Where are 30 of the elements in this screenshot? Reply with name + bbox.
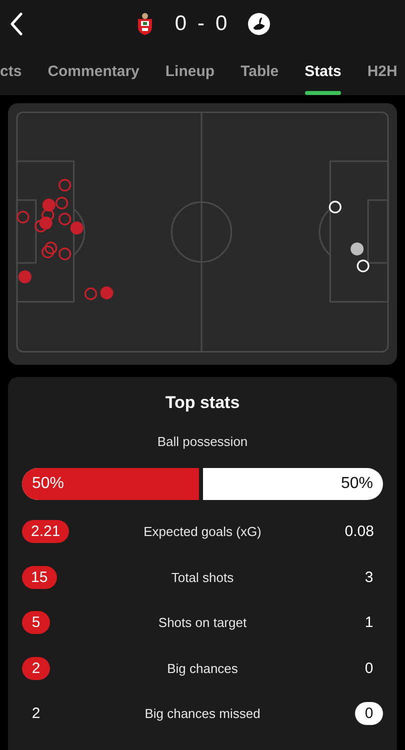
back-icon[interactable] (9, 12, 23, 36)
stat-value: 2 (30, 704, 42, 724)
tab[interactable]: cts (0, 48, 35, 95)
stat-label: Expected goals (xG) (142, 524, 262, 540)
tab[interactable]: Commentary (34, 48, 152, 95)
stat-value: 3 (364, 568, 374, 588)
stat-label: Shots on target (157, 615, 248, 630)
home-score: 0 (174, 12, 188, 36)
stat-value: 2.21 (22, 520, 70, 544)
stat-label: Big chances (166, 660, 239, 676)
score-separator: - (198, 12, 206, 36)
possession-value: 50% (340, 475, 374, 493)
tab[interactable]: Lineup (152, 48, 228, 95)
stat-value: 0 (364, 658, 374, 679)
section-title: Top stats (164, 393, 241, 413)
away-score: 0 (216, 12, 228, 36)
stat-value: 15 (22, 566, 57, 589)
swan-crest-icon (248, 13, 270, 35)
stat-value: 0 (355, 702, 383, 726)
stat-label: Ball possession (156, 434, 249, 449)
stat-value: 2 (22, 656, 50, 680)
stat-value: 1 (364, 613, 374, 634)
stat-label: Big chances missed (144, 706, 262, 722)
stat-value: 5 (22, 611, 50, 634)
tab[interactable]: Stats (292, 48, 354, 95)
possession-value: 50% (32, 475, 64, 493)
tab[interactable]: Table (228, 48, 292, 95)
stat-value: 0.08 (344, 522, 375, 542)
tab[interactable]: H2H (354, 48, 405, 95)
stat-label: Total shots (170, 570, 235, 585)
